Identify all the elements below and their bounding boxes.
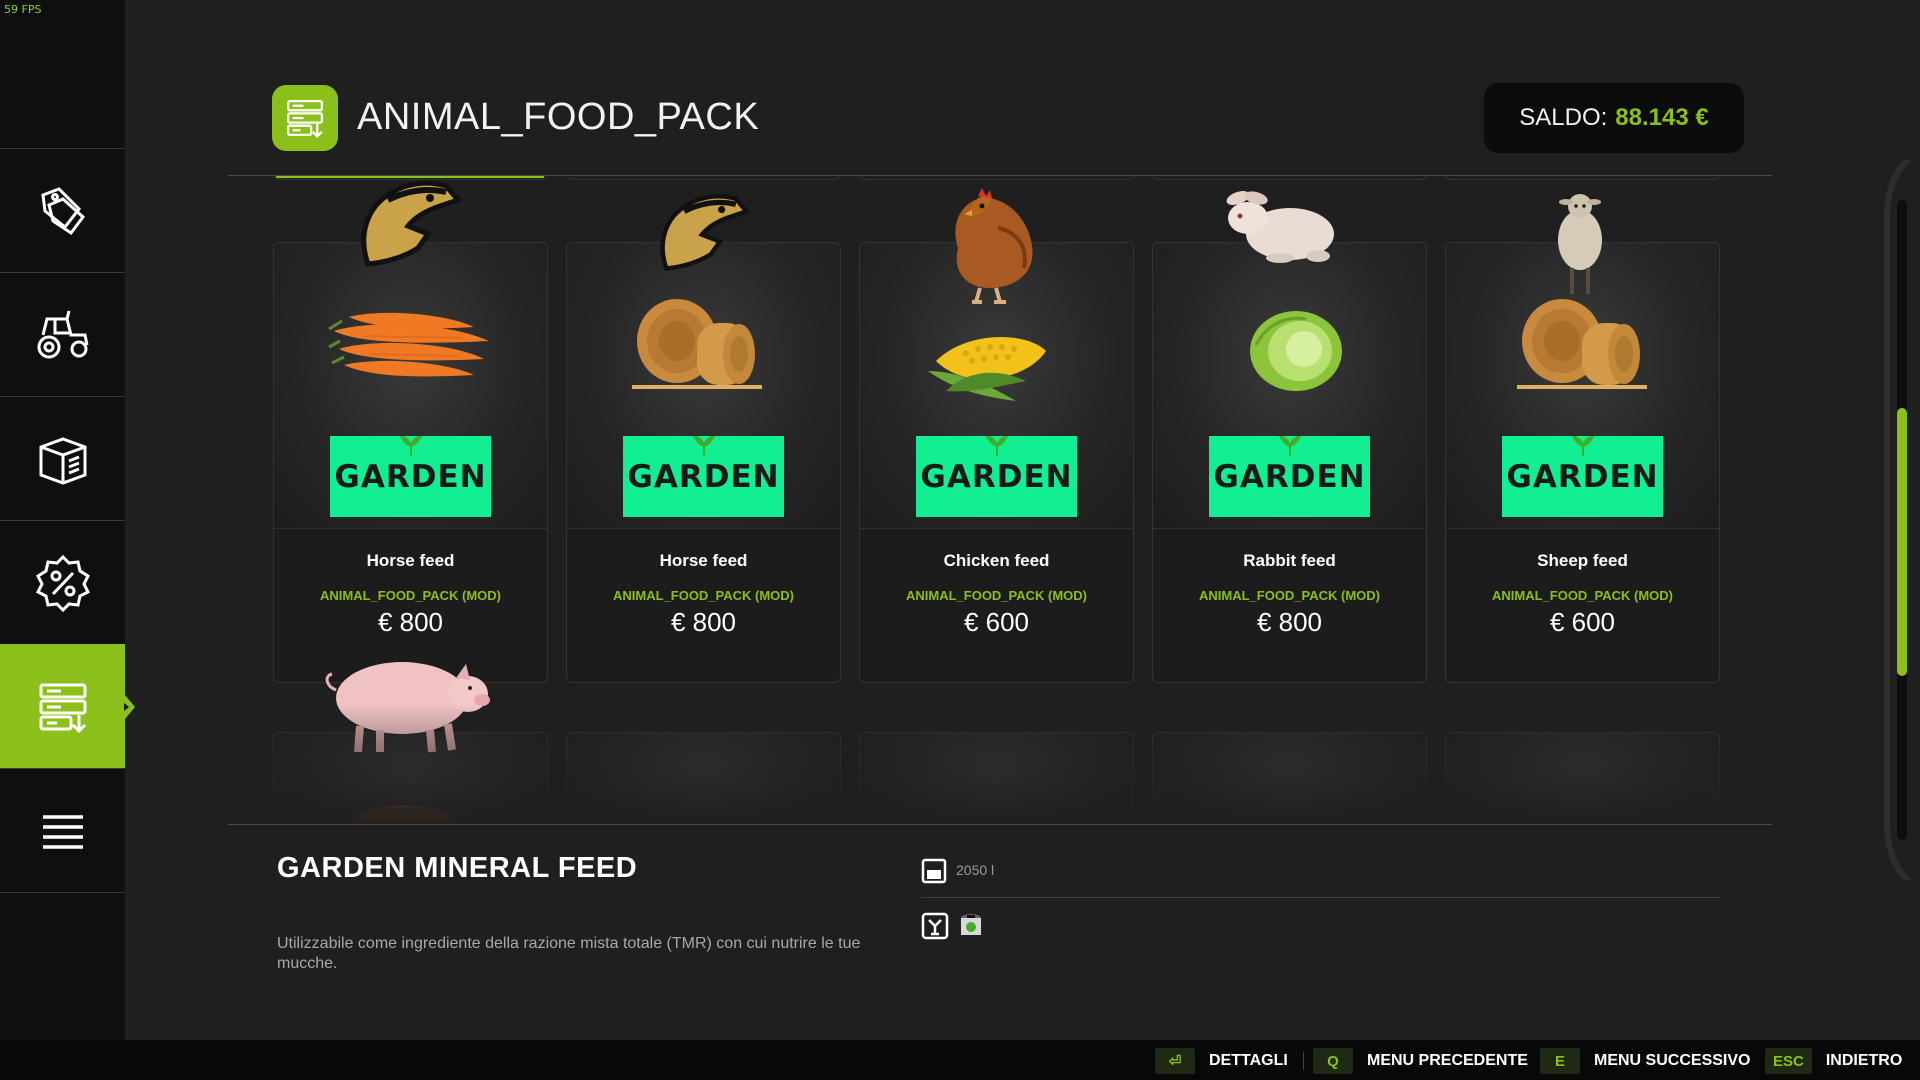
corn-image — [928, 337, 1046, 401]
sidebar — [0, 0, 135, 1040]
scrollbar-thumb[interactable] — [1897, 408, 1907, 676]
card-previous-row[interactable] — [859, 176, 1134, 180]
card-previous-row[interactable] — [1152, 176, 1427, 180]
product-name: Horse feed — [366, 551, 455, 570]
card-previous-row[interactable] — [566, 176, 841, 180]
box-icon — [39, 436, 86, 485]
keybind-label: MENU PRECEDENTE — [1367, 1052, 1528, 1069]
leaf-icon — [1278, 436, 1301, 456]
product-name: Horse feed — [659, 551, 748, 570]
header-category-icon — [272, 85, 338, 151]
balance-display: SALDO: 88.143 € — [1484, 83, 1744, 153]
keybind-label: DETTAGLI — [1209, 1052, 1288, 1069]
keybind-details[interactable]: ⏎ DETTAGLI — [1155, 1048, 1304, 1074]
shelf-download-icon — [39, 683, 86, 733]
balance-label: SALDO: — [1519, 104, 1608, 131]
garden-logo: GARDEN — [1502, 436, 1663, 517]
product-price: € 800 — [670, 607, 737, 637]
product-source: ANIMAL_FOOD_PACK (MOD) — [1198, 588, 1381, 603]
product-card[interactable]: GARDEN Chicken feed ANIMAL_FOOD_PACK (MO… — [859, 242, 1134, 683]
price-tag-icon — [40, 186, 85, 235]
q-key: Q — [1313, 1048, 1353, 1074]
garden-logo: GARDEN — [1209, 436, 1370, 517]
hay-bales-image — [632, 299, 762, 389]
fps-counter: 59 FPS — [4, 3, 42, 16]
e-key: E — [1540, 1048, 1580, 1074]
capacity-icon — [921, 858, 947, 884]
product-grid: GARDEN Horse feed ANIMAL_FOOD_PACK (MOD)… — [228, 176, 1772, 824]
mineral-feed-icon — [961, 914, 981, 935]
leaf-icon — [399, 436, 422, 456]
details-separator — [921, 897, 1721, 898]
esc-key: ESC — [1765, 1048, 1812, 1074]
tractor-icon — [37, 310, 88, 358]
horse-logo-image — [361, 180, 463, 267]
product-card[interactable]: GARDEN Rabbit feed ANIMAL_FOOD_PACK (MOD… — [1152, 242, 1427, 683]
shelf-download-icon — [286, 99, 324, 139]
card-previous-row[interactable] — [1445, 176, 1720, 180]
chicken-image — [955, 188, 1033, 304]
page-title: ANIMAL_FOOD_PACK — [357, 96, 760, 138]
keybind-next-menu[interactable]: E MENU SUCCESSIVO — [1540, 1048, 1767, 1074]
sidebar-item-objects[interactable] — [0, 396, 125, 520]
sidebar-item-vehicles[interactable] — [0, 272, 125, 396]
hay-bales-image — [1517, 299, 1647, 389]
enter-key: ⏎ — [1155, 1048, 1195, 1074]
carrots-image — [328, 312, 489, 377]
fill-type-icon — [921, 912, 949, 940]
product-card[interactable]: GARDEN Sheep feed ANIMAL_FOOD_PACK (MOD)… — [1445, 242, 1720, 683]
grid-fade — [228, 704, 1772, 824]
details-divider — [228, 824, 1772, 825]
product-price: € 600 — [963, 607, 1030, 637]
sidebar-item-shop[interactable] — [0, 148, 125, 272]
product-price: € 800 — [377, 607, 444, 637]
product-price: € 800 — [1256, 607, 1323, 637]
active-arrow-icon — [124, 702, 129, 711]
product-name: Rabbit feed — [1243, 551, 1336, 570]
cabbage-image — [1250, 311, 1342, 391]
product-source: ANIMAL_FOOD_PACK (MOD) — [612, 588, 795, 603]
list-icon — [42, 814, 83, 849]
capacity-value: 2050 l — [956, 862, 995, 878]
balance-value: 88.143 € — [1615, 104, 1709, 131]
horse-logo-image — [660, 194, 751, 271]
leaf-icon — [985, 436, 1008, 456]
leaf-icon — [1571, 436, 1594, 456]
keybind-label: MENU SUCCESSIVO — [1594, 1052, 1751, 1069]
keybind-back[interactable]: ESC INDIETRO — [1765, 1048, 1902, 1074]
percent-icon — [35, 554, 90, 612]
product-card[interactable]: GARDEN Horse feed ANIMAL_FOOD_PACK (MOD)… — [273, 242, 548, 683]
keybind-previous-menu[interactable]: Q MENU PRECEDENTE — [1313, 1048, 1544, 1074]
product-source: ANIMAL_FOOD_PACK (MOD) — [905, 588, 1088, 603]
sidebar-divider — [0, 892, 125, 893]
sheep-image — [1558, 194, 1602, 294]
garden-logo: GARDEN — [916, 436, 1077, 517]
details-title: GARDEN MINERAL FEED — [277, 852, 638, 884]
keybind-label: INDIETRO — [1825, 1052, 1903, 1069]
product-source: ANIMAL_FOOD_PACK (MOD) — [319, 588, 502, 603]
product-price: € 600 — [1549, 607, 1616, 637]
garden-logo: GARDEN — [330, 436, 491, 517]
product-name: Sheep feed — [1537, 551, 1628, 570]
details-description: Utilizzabile come ingrediente della razi… — [277, 935, 861, 972]
product-name: Chicken feed — [943, 551, 1050, 570]
garden-logo: GARDEN — [623, 436, 784, 517]
leaf-icon — [692, 436, 715, 456]
rabbit-image — [1226, 191, 1334, 263]
sidebar-item-mods[interactable] — [0, 644, 135, 768]
sidebar-item-sales[interactable] — [0, 520, 125, 644]
product-card[interactable]: GARDEN Horse feed ANIMAL_FOOD_PACK (MOD)… — [566, 242, 841, 683]
product-source: ANIMAL_FOOD_PACK (MOD) — [1491, 588, 1674, 603]
sidebar-item-menu[interactable] — [0, 768, 125, 892]
